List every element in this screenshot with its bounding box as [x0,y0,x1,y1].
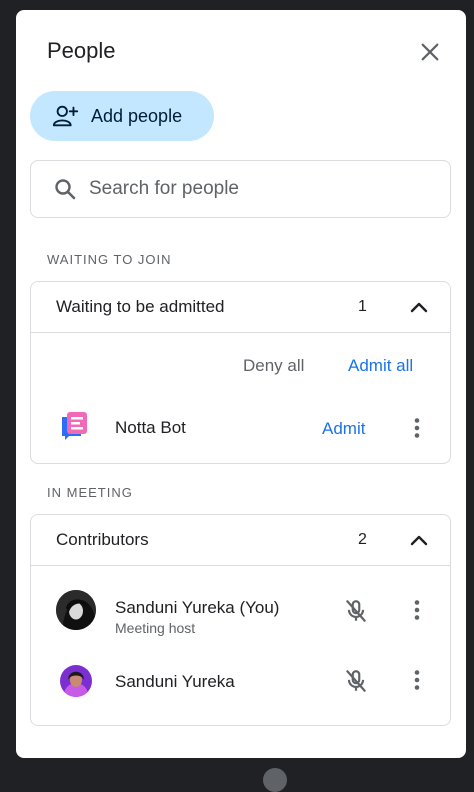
search-placeholder: Search for people [89,178,239,199]
avatar [56,590,96,630]
waiting-group: Waiting to be admitted 1 Deny all Admit … [30,281,451,464]
add-person-icon [52,102,80,130]
mic-off-icon[interactable] [343,668,369,694]
waiting-section-label: WAITING TO JOIN [47,252,172,267]
bottom-indicator-icon [263,768,287,792]
people-panel: People Add people Search for people WAIT… [16,10,466,758]
participant-name: Sanduni Yureka (You) [115,598,280,617]
person-name: Notta Bot [115,418,186,437]
waiting-count: 1 [358,298,367,315]
close-button[interactable] [416,38,444,66]
search-icon [55,179,76,200]
close-icon [421,43,439,61]
contributors-count: 2 [358,531,367,548]
more-options-icon[interactable] [405,416,429,440]
chevron-up-icon[interactable] [407,528,431,552]
waiting-group-title: Waiting to be admitted [56,297,225,316]
contributors-group-header[interactable]: Contributors 2 [31,515,450,566]
meeting-section-label: IN MEETING [47,485,133,500]
contributors-group: Contributors 2 Sanduni Yureka (You) Meet… [30,514,451,726]
chevron-up-icon[interactable] [407,295,431,319]
deny-all-button[interactable]: Deny all [243,356,304,376]
add-people-button[interactable]: Add people [30,91,214,141]
admit-all-button[interactable]: Admit all [348,356,413,376]
search-input[interactable]: Search for people [30,160,451,218]
more-options-icon[interactable] [405,598,429,622]
panel-title: People [47,38,116,63]
add-people-label: Add people [91,105,183,126]
avatar [60,665,92,697]
waiting-person-row: Notta Bot Admit [31,400,450,456]
participant-row: Sanduni Yureka (You) Meeting host [31,581,450,637]
more-options-icon[interactable] [405,668,429,692]
notta-logo-icon [57,408,97,448]
contributors-group-title: Contributors [56,530,149,549]
participant-name: Sanduni Yureka [115,672,235,691]
participant-role: Meeting host [115,620,196,636]
mic-off-icon[interactable] [343,598,369,624]
admit-button[interactable]: Admit [322,419,365,439]
participant-row: Sanduni Yureka [31,651,450,707]
waiting-group-header[interactable]: Waiting to be admitted 1 [31,282,450,333]
